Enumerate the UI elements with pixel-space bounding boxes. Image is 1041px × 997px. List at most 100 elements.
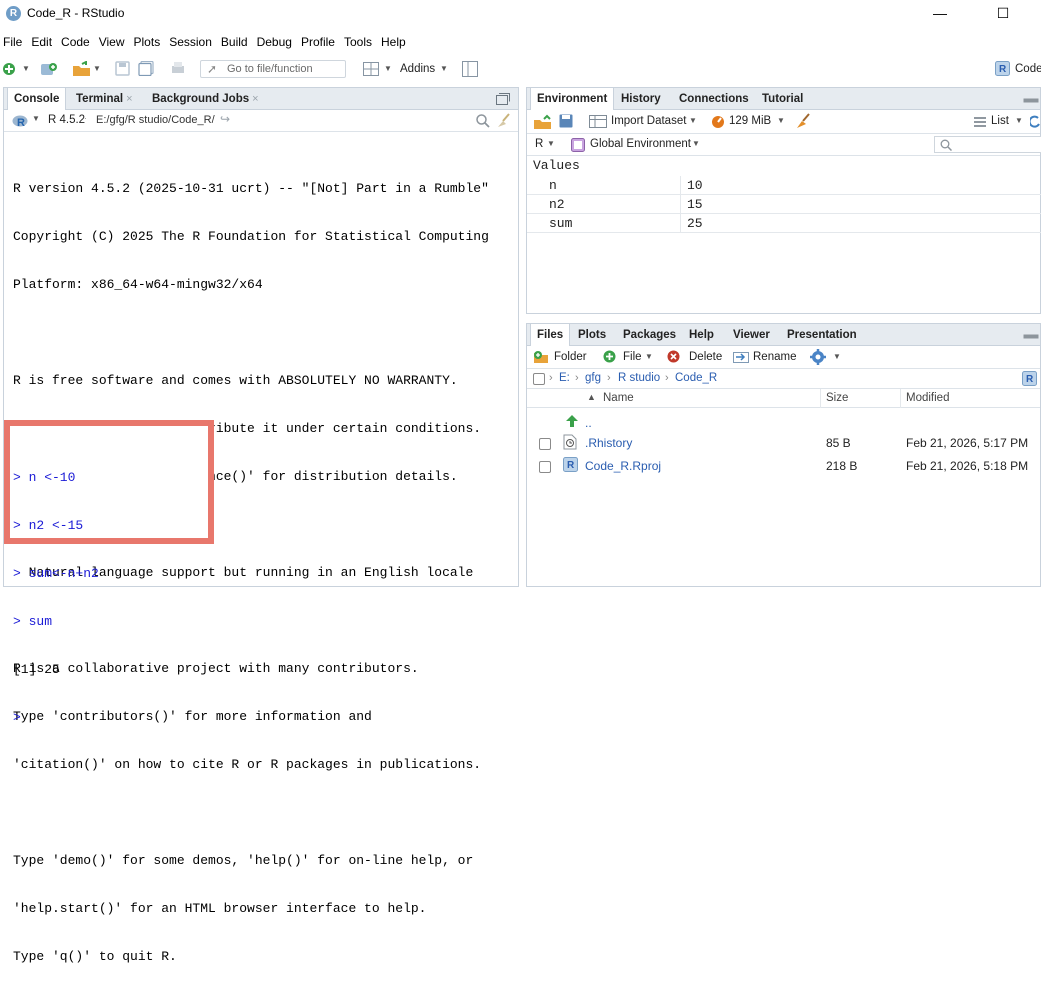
language-selector[interactable]: R [535, 138, 543, 150]
menu-help[interactable]: Help [381, 35, 406, 49]
file-row[interactable]: .Rhistory 85 B Feb 21, 2026, 5:17 PM [527, 432, 1041, 455]
breadcrumb-code-r[interactable]: Code_R [675, 372, 717, 384]
memory-usage-label[interactable]: 129 MiB [729, 115, 771, 127]
env-variable-row[interactable]: n 10 [527, 176, 1041, 195]
tab-history[interactable]: History [615, 88, 667, 110]
more-dropdown-icon[interactable]: ▼ [833, 352, 841, 361]
parent-directory-row[interactable]: .. [527, 410, 1041, 433]
file-checkbox[interactable] [539, 461, 551, 473]
new-file-button[interactable]: File [623, 351, 642, 363]
environment-dropdown-icon[interactable]: ▼ [692, 139, 700, 148]
minimize-button[interactable]: — [925, 2, 955, 24]
select-all-checkbox[interactable] [533, 373, 545, 385]
goto-file-input[interactable]: ➚ Go to file/function [200, 60, 346, 78]
import-dataset-icon[interactable] [589, 115, 607, 128]
maximize-pane-icon[interactable] [496, 93, 510, 105]
addins-dropdown-icon[interactable]: ▼ [440, 61, 448, 77]
tab-packages[interactable]: Packages [617, 324, 682, 346]
grid-dropdown-icon[interactable]: ▼ [384, 61, 392, 77]
import-dataset-button[interactable]: Import Dataset [611, 115, 686, 127]
save-all-icon[interactable] [138, 61, 154, 76]
open-file-icon[interactable] [72, 61, 92, 77]
console-prompt[interactable]: > [13, 710, 99, 726]
menu-tools[interactable]: Tools [344, 35, 372, 49]
new-project-icon[interactable] [40, 61, 58, 77]
r-version-dropdown-icon[interactable]: ▼ [32, 114, 40, 123]
gear-icon[interactable] [810, 349, 826, 365]
tab-viewer[interactable]: Viewer [727, 324, 776, 346]
import-dropdown-icon[interactable]: ▼ [689, 116, 697, 125]
tab-environment[interactable]: Environment [530, 88, 615, 111]
console-session-lines[interactable]: > n <-10 > n2 <-15 > sum<-n+n2 > sum [1]… [13, 438, 99, 758]
tab-console[interactable]: Console [7, 88, 67, 111]
new-folder-icon[interactable] [533, 350, 549, 364]
memory-usage-icon[interactable] [711, 115, 725, 129]
menu-session[interactable]: Session [169, 35, 212, 49]
new-folder-button[interactable]: Folder [554, 351, 587, 363]
menu-profile[interactable]: Profile [301, 35, 335, 49]
project-r-icon[interactable]: R [1022, 371, 1037, 386]
load-workspace-icon[interactable] [533, 114, 553, 130]
new-file-icon[interactable] [603, 350, 616, 363]
clear-console-broom-icon[interactable] [496, 113, 512, 129]
save-workspace-icon[interactable] [559, 114, 573, 128]
memory-dropdown-icon[interactable]: ▼ [777, 116, 785, 125]
close-icon[interactable]: × [252, 93, 258, 105]
tab-help[interactable]: Help [683, 324, 720, 346]
menu-code[interactable]: Code [61, 35, 90, 49]
minimize-pane-icon[interactable] [1023, 332, 1039, 340]
tab-plots[interactable]: Plots [572, 324, 612, 346]
list-view-button[interactable]: List [991, 115, 1009, 127]
menu-build[interactable]: Build [221, 35, 248, 49]
go-to-directory-icon[interactable]: ↪ [220, 112, 230, 126]
maximize-button[interactable]: ☐ [988, 2, 1018, 24]
language-dropdown-icon[interactable]: ▼ [547, 139, 555, 148]
project-r-icon[interactable]: R [995, 61, 1010, 76]
list-view-dropdown-icon[interactable]: ▼ [1015, 116, 1023, 125]
new-file-icon[interactable] [2, 62, 16, 76]
tab-connections[interactable]: Connections [673, 88, 755, 110]
file-name-link[interactable]: .Rhistory [585, 432, 632, 455]
tab-tutorial[interactable]: Tutorial [756, 88, 809, 110]
menu-debug[interactable]: Debug [257, 35, 292, 49]
breadcrumb-gfg[interactable]: gfg [585, 372, 601, 384]
grid-icon[interactable] [363, 62, 379, 76]
tab-background-jobs[interactable]: Background Jobs × [146, 88, 265, 110]
file-checkbox[interactable] [539, 438, 551, 450]
file-name-link[interactable]: Code_R.Rproj [585, 455, 661, 478]
breadcrumb-e[interactable]: E: [559, 372, 570, 384]
rename-icon[interactable] [733, 350, 749, 364]
refresh-icon[interactable] [1030, 114, 1040, 130]
env-variable-row[interactable]: n2 15 [527, 195, 1041, 214]
breadcrumb-r-studio[interactable]: R studio [618, 372, 660, 384]
file-row[interactable]: R Code_R.Rproj 218 B Feb 21, 2026, 5:18 … [527, 455, 1041, 478]
column-name[interactable]: Name [603, 392, 634, 404]
layout-icon[interactable] [462, 61, 478, 77]
rename-button[interactable]: Rename [753, 351, 796, 363]
clear-objects-broom-icon[interactable] [795, 113, 811, 129]
environment-selector[interactable]: Global Environment [590, 138, 691, 150]
tab-presentation[interactable]: Presentation [781, 324, 863, 346]
save-icon[interactable] [115, 61, 130, 76]
column-size[interactable]: Size [826, 392, 848, 404]
delete-button[interactable]: Delete [689, 351, 722, 363]
menu-plots[interactable]: Plots [134, 35, 161, 49]
menu-edit[interactable]: Edit [31, 35, 52, 49]
env-variable-row[interactable]: sum 25 [527, 214, 1041, 233]
project-label[interactable]: Code [1015, 61, 1041, 77]
addins-button[interactable]: Addins [400, 61, 435, 77]
new-file-dropdown-icon[interactable]: ▼ [22, 61, 30, 77]
environment-search-input[interactable] [934, 136, 1041, 153]
menu-file[interactable]: File [3, 35, 22, 49]
open-dropdown-icon[interactable]: ▼ [93, 61, 101, 77]
tab-terminal[interactable]: Terminal × [70, 88, 139, 110]
new-file-dropdown-icon[interactable]: ▼ [645, 352, 653, 361]
column-modified[interactable]: Modified [906, 392, 949, 404]
search-icon[interactable] [476, 114, 490, 128]
menu-view[interactable]: View [99, 35, 125, 49]
close-icon[interactable]: × [126, 93, 132, 105]
print-icon[interactable] [170, 61, 186, 76]
minimize-pane-icon[interactable] [1023, 96, 1039, 104]
delete-icon[interactable] [667, 350, 680, 363]
tab-files[interactable]: Files [530, 324, 571, 347]
